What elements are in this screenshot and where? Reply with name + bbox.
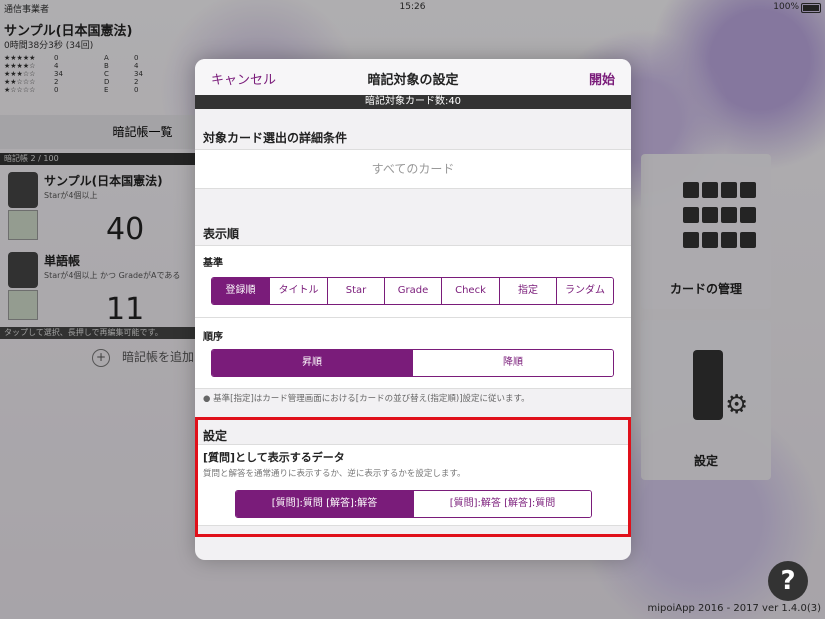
basis-option-star[interactable]: Star [327, 278, 384, 304]
basis-option-specified[interactable]: 指定 [499, 278, 556, 304]
basis-note: ● 基準[指定]はカード管理画面における[カードの並び替え(指定順)]設定に従い… [203, 394, 530, 404]
question-data-label: [質問]として表示するデータ [203, 451, 345, 464]
basis-option-title[interactable]: タイトル [269, 278, 327, 304]
cancel-button[interactable]: キャンセル [211, 69, 276, 88]
battery-percent: 100% [773, 2, 799, 12]
target-card-count: 暗記対象カード数:40 [195, 95, 631, 109]
all-cards-selector[interactable]: すべてのカード [195, 149, 631, 189]
display-option-normal[interactable]: [質問]:質問 [解答]:解答 [236, 491, 413, 517]
filter-header: 対象カード選出の詳細条件 [203, 131, 348, 145]
display-setting-box: [質問]として表示するデータ 質問と解答を通常通りに表示するか、逆に表示するかを… [195, 444, 631, 526]
settings-header: 設定 [203, 429, 228, 443]
help-button[interactable]: ? [768, 561, 808, 601]
question-data-description: 質問と解答を通常通りに表示するか、逆に表示するかを設定します。 [203, 469, 466, 479]
display-order-header: 表示順 [203, 227, 240, 241]
basis-segmented-control: 登録順 タイトル Star Grade Check 指定 ランダム [211, 277, 614, 305]
basis-option-grade[interactable]: Grade [384, 278, 441, 304]
display-option-reversed[interactable]: [質問]:解答 [解答]:質問 [413, 491, 591, 517]
memorize-target-dialog: キャンセル 暗記対象の設定 開始 暗記対象カード数:40 対象カード選出の詳細条… [195, 59, 631, 560]
basis-option-registration[interactable]: 登録順 [212, 278, 269, 304]
order-option-descending[interactable]: 降順 [412, 350, 613, 376]
order-segmented-control: 昇順 降順 [211, 349, 614, 377]
basis-box: 基準 登録順 タイトル Star Grade Check 指定 ランダム [195, 245, 631, 319]
basis-option-random[interactable]: ランダム [556, 278, 613, 304]
version-footer: mipoiApp 2016 - 2017 ver 1.4.0(3) [647, 603, 822, 614]
start-button[interactable]: 開始 [589, 69, 615, 88]
basis-label: 基準 [203, 258, 223, 269]
dialog-header: キャンセル 暗記対象の設定 開始 [195, 59, 631, 96]
order-box: 順序 昇順 降順 [195, 317, 631, 389]
basis-option-check[interactable]: Check [441, 278, 499, 304]
status-bar: 通信事業者 15:26 100% [0, 0, 825, 15]
display-segmented-control: [質問]:質問 [解答]:解答 [質問]:解答 [解答]:質問 [235, 490, 592, 518]
order-option-ascending[interactable]: 昇順 [212, 350, 412, 376]
order-label: 順序 [203, 332, 223, 343]
battery-icon [801, 3, 821, 13]
clock: 15:26 [399, 2, 426, 12]
